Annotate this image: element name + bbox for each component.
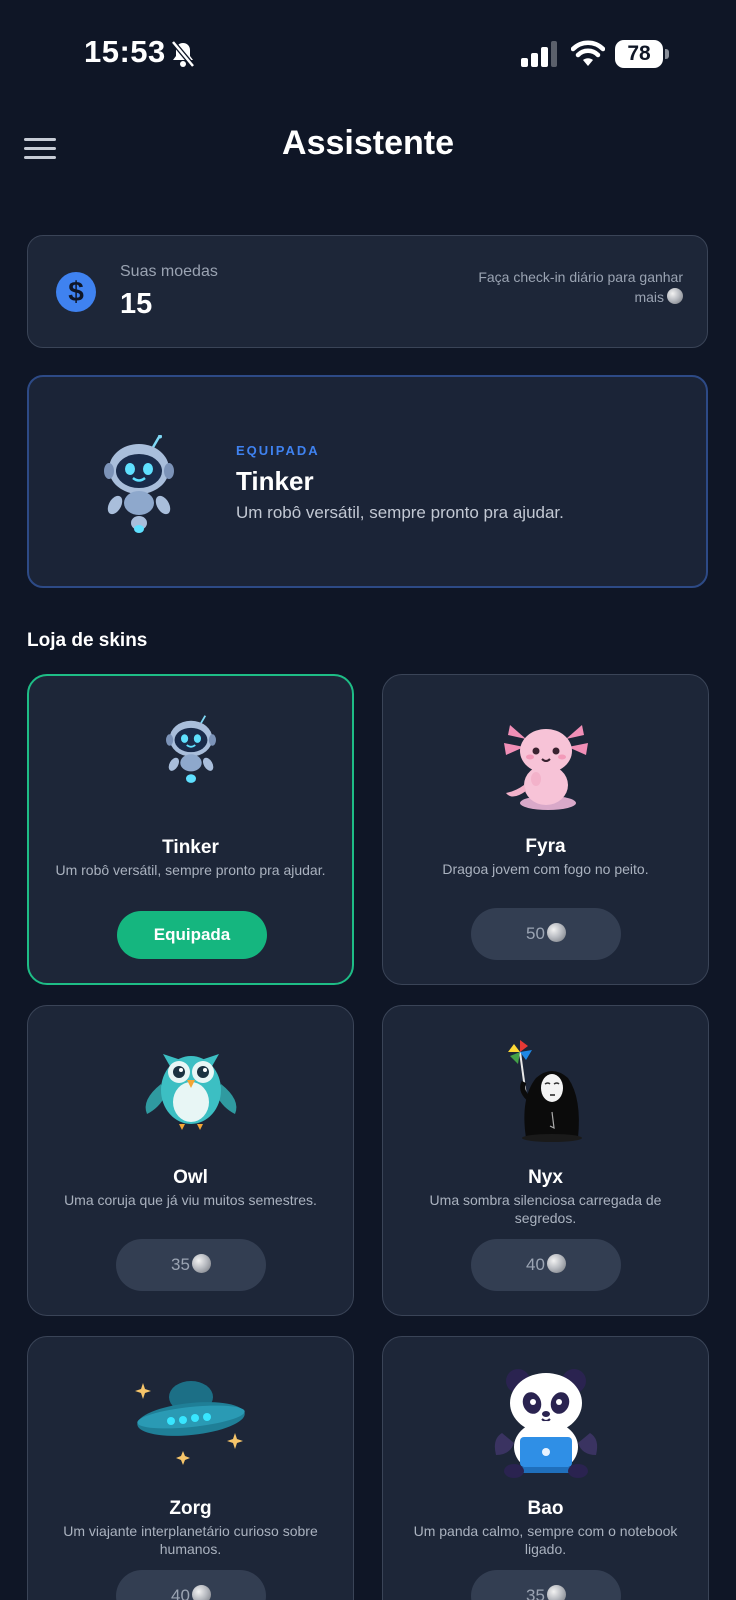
axolotl-icon: [503, 725, 588, 810]
panda-icon: [494, 1369, 597, 1478]
moon-coin-icon: [546, 1254, 566, 1273]
moon-coin-icon: [191, 1254, 211, 1273]
equipped-button[interactable]: Equipada: [117, 911, 267, 959]
owl-icon: [145, 1054, 236, 1130]
status-time: 15:53: [84, 34, 166, 69]
skin-card-tinker[interactable]: Tinker Um robô versátil, sempre pronto p…: [27, 674, 354, 985]
skin-card-bao[interactable]: Bao Um panda calmo, sempre com o noteboo…: [382, 1336, 709, 1600]
wifi-icon: [571, 40, 605, 66]
skin-name: Nyx: [528, 1167, 563, 1188]
skin-description: Um robô versátil, sempre pronto pra ajud…: [55, 862, 326, 878]
cellular-signal-icon: [521, 41, 557, 67]
coins-label: Suas moedas: [120, 263, 218, 280]
equipped-skin-card: EQUIPADA Tinker Um robô versátil, sempre…: [27, 375, 708, 588]
price-label: 35: [171, 1255, 190, 1274]
equipped-skin-description: Um robô versátil, sempre pronto pra ajud…: [236, 503, 564, 522]
skin-name: Zorg: [169, 1498, 212, 1519]
skin-name: Tinker: [162, 837, 219, 858]
battery-level: 78: [615, 40, 663, 68]
robot-icon: [165, 715, 216, 783]
checkin-hint-text: Faça check-in diário para ganhar mais: [478, 269, 683, 305]
buy-button[interactable]: 40: [471, 1239, 621, 1291]
page-title: Assistente: [282, 124, 454, 162]
checkin-hint: Faça check-in diário para ganhar mais: [463, 267, 683, 307]
skin-shop-title: Loja de skins: [27, 630, 148, 651]
skin-name: Fyra: [525, 836, 566, 857]
skin-card-zorg[interactable]: Zorg Um viajante interplanetário curioso…: [27, 1336, 354, 1600]
moon-coin-icon: [667, 288, 683, 304]
battery-icon: 78: [615, 40, 669, 68]
price-label: 50: [526, 924, 545, 943]
moon-coin-icon: [546, 923, 566, 942]
robot-icon: [104, 435, 174, 533]
skin-description: Um viajante interplanetário curioso sobr…: [63, 1523, 318, 1557]
coins-value: 15: [120, 288, 153, 320]
moon-coin-icon: [546, 1585, 566, 1600]
price-label: 35: [526, 1586, 545, 1600]
bell-muted-icon: [171, 40, 195, 68]
skin-description: Um panda calmo, sempre com o notebook li…: [413, 1523, 678, 1557]
coins-card: $ Suas moedas 15 Faça check-in diário pa…: [27, 235, 708, 348]
buy-button[interactable]: 40: [116, 1570, 266, 1600]
svg-text:$: $: [68, 276, 84, 307]
equipped-skin-name: Tinker: [236, 466, 314, 496]
buy-button[interactable]: 35: [471, 1570, 621, 1600]
moon-coin-icon: [191, 1585, 211, 1600]
ufo-icon: [134, 1381, 245, 1465]
dollar-coin-icon: $: [56, 272, 96, 312]
skin-description: Uma coruja que já viu muitos semestres.: [64, 1192, 317, 1208]
skin-description: Dragoa jovem com fogo no peito.: [442, 861, 649, 877]
buy-button[interactable]: 35: [116, 1239, 266, 1291]
skin-name: Bao: [527, 1498, 564, 1519]
shadow-spirit-icon: [507, 1040, 582, 1142]
price-label: 40: [526, 1255, 545, 1274]
skin-card-fyra[interactable]: Fyra Dragoa jovem com fogo no peito. 50: [382, 674, 709, 985]
skin-card-owl[interactable]: Owl Uma coruja que já viu muitos semestr…: [27, 1005, 354, 1316]
status-bar: 15:53 78: [0, 0, 736, 100]
equipped-badge: EQUIPADA: [236, 443, 320, 458]
skin-name: Owl: [173, 1167, 208, 1188]
skin-description: Uma sombra silenciosa carregada de segre…: [429, 1192, 662, 1226]
skin-card-nyx[interactable]: Nyx Uma sombra silenciosa carregada de s…: [382, 1005, 709, 1316]
price-label: 40: [171, 1586, 190, 1600]
buy-button[interactable]: 50: [471, 908, 621, 960]
